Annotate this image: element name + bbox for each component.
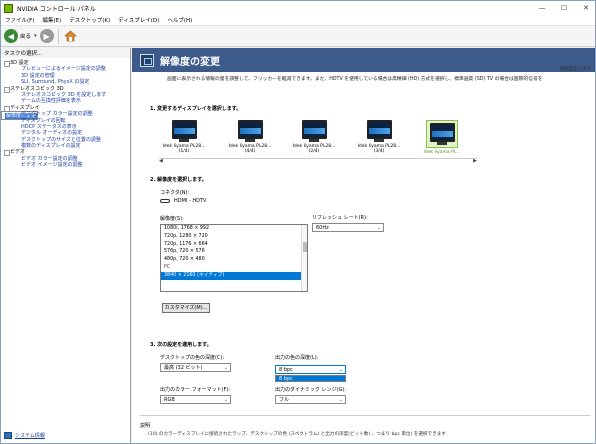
menu-edit[interactable]: 編集(E) xyxy=(38,16,65,24)
display-thumb[interactable]: Idek Iiyama PL28... (4/4) xyxy=(225,120,275,154)
window-title: NVIDIA コントロール パネル xyxy=(17,5,96,13)
list-item[interactable]: 480p, 720 × 480 xyxy=(161,256,307,264)
page-banner: 解像度の変更 xyxy=(132,48,595,72)
list-item-selected[interactable]: 3840 × 2160 (ネイティブ) xyxy=(161,271,307,280)
menu-display[interactable]: ディスプレイ(D) xyxy=(114,16,163,24)
close-button[interactable]: ✕ xyxy=(575,1,595,15)
connector-label: コネクタ(N): xyxy=(160,190,190,196)
display-label: Idek Iiyama PL28... (4/4) xyxy=(228,144,272,154)
back-dropdown-icon[interactable]: ▾ xyxy=(34,33,37,39)
title-bar: NVIDIA コントロール パネル — ☐ ✕ xyxy=(1,1,595,15)
nvidia-app-icon xyxy=(4,3,13,13)
sidebar-header: タスクの選択... xyxy=(1,48,130,58)
chevron-down-icon: ⌄ xyxy=(338,397,343,403)
restore-defaults-link[interactable]: 初期設定に戻す xyxy=(560,66,592,72)
main-content: 解像度の変更 初期設定に戻す 画面に表示される情報の量を調整して、フリッカーを軽… xyxy=(132,48,595,443)
display-thumb[interactable]: Idek Iiyama PL28... (1/4) xyxy=(159,120,209,154)
output-format-label: 出力のカラー フォーマット(F): xyxy=(160,387,231,393)
section-divider xyxy=(140,415,590,416)
display-thumb-selected[interactable]: Idek Iiyama PL... xyxy=(417,120,467,155)
menu-bar: ファイル(F) 編集(E) デスクトップ(K) ディスプレイ(D) ヘルプ(H) xyxy=(1,15,595,26)
chevron-down-icon: ⌄ xyxy=(338,367,343,373)
output-format-select[interactable]: RGB ⌄ xyxy=(160,395,231,404)
home-icon[interactable] xyxy=(64,29,78,43)
list-item[interactable]: 576p, 720 × 576 xyxy=(161,248,307,256)
task-tree: 3D 設定 プレビューによるイメージ設定の調整 3D 設定の管理 SLI, Su… xyxy=(1,58,130,169)
resolution-list[interactable]: 1080i, 1768 × 992 720p, 1280 × 720 720p,… xyxy=(160,224,308,292)
connector-value: HDMI - HDTV xyxy=(160,198,206,204)
task-sidebar: タスクの選択... 3D 設定 プレビューによるイメージ設定の調整 3D 設定の… xyxy=(1,48,131,443)
back-arrow-icon[interactable]: ◀ xyxy=(4,29,18,43)
nvidia-control-panel-window: NVIDIA コントロール パネル — ☐ ✕ ファイル(F) 編集(E) デス… xyxy=(0,0,596,444)
system-info-label[interactable]: システム情報 xyxy=(15,432,45,439)
display-label: Idek Iiyama PL... xyxy=(423,150,461,155)
monitor-icon xyxy=(171,120,197,139)
monitor-icon xyxy=(237,120,263,139)
toolbar-separator xyxy=(57,28,59,44)
sidebar-item-video-image[interactable]: ビデオ イメージ設定の調整 xyxy=(1,162,130,168)
monitor-icon xyxy=(366,120,392,139)
display-thumb[interactable]: Idek Iiyama PL28... (3/4) xyxy=(354,120,404,154)
menu-file[interactable]: ファイル(F) xyxy=(1,16,38,24)
description-text: (10) のカラーディスプレイに接続されたラップ、デスクトップの色 (スペクトラ… xyxy=(148,432,446,437)
menu-help[interactable]: ヘルプ(H) xyxy=(163,16,196,24)
description-heading: 説明 xyxy=(140,423,151,429)
resolution-label: 解像度(S): xyxy=(160,216,184,222)
page-title: 解像度の変更 xyxy=(160,56,220,68)
back-button[interactable]: 戻る xyxy=(20,32,31,40)
refresh-rate-label: リフレッシュ レート(R): xyxy=(312,215,368,221)
list-item[interactable]: 1080i, 1768 × 992 xyxy=(161,225,307,233)
output-depth-label: 出力の色の深度(L): xyxy=(275,355,319,361)
display-label: Idek Iiyama PL28... (1/4) xyxy=(162,144,206,154)
minimize-button[interactable]: — xyxy=(531,1,553,15)
display-label: Idek Iiyama PL28... (3/4) xyxy=(357,144,401,154)
list-item[interactable]: 720p, 1176 × 664 xyxy=(161,241,307,249)
dynamic-range-select[interactable]: フル ⌄ xyxy=(275,395,346,404)
display-label: Idek Iiyama PL28... (2/4) xyxy=(292,144,336,154)
chevron-down-icon: ⌄ xyxy=(223,365,228,371)
output-depth-select[interactable]: 8 bpc ⌄ xyxy=(275,365,346,374)
forward-arrow-icon[interactable]: ▶ xyxy=(39,29,54,43)
menu-desktop[interactable]: デスクトップ(K) xyxy=(65,16,114,24)
desktop-depth-label: デスクトップの色の深度(C): xyxy=(160,355,225,361)
list-group-header: PC xyxy=(164,264,171,270)
list-item[interactable]: 720p, 1280 × 720 xyxy=(161,233,307,241)
monitor-icon xyxy=(301,120,327,139)
toolbar: ◀ 戻る ▾ ▶ xyxy=(1,26,595,47)
scroll-right-icon[interactable]: ▶ xyxy=(473,158,477,164)
step3-heading: 3. 次の設定を適用します。 xyxy=(150,342,212,348)
chevron-down-icon: ⌄ xyxy=(223,397,228,403)
scroll-left-icon[interactable]: ◀ xyxy=(159,158,163,164)
customize-button[interactable]: カスタマイズ(M)... xyxy=(162,303,210,313)
system-info-link[interactable]: システム情報 xyxy=(4,432,45,439)
display-thumb[interactable]: Idek Iiyama PL28... (2/4) xyxy=(289,120,339,154)
monitor-icon xyxy=(429,123,455,142)
step1-heading: 1. 変更するディスプレイを選択します。 xyxy=(150,106,242,112)
maximize-button[interactable]: ☐ xyxy=(553,1,575,15)
page-description: 画面に表示される情報の量を調整して、フリッカーを軽減できます。また、HDTV を… xyxy=(167,77,543,82)
desktop-depth-select[interactable]: 最高 (32 ビット) ⌄ xyxy=(160,363,231,372)
hdmi-connector-icon xyxy=(160,199,170,203)
output-depth-option[interactable]: 8 bpc xyxy=(275,375,346,382)
dynamic-range-label: 出力のダイナミック レンジ(G): xyxy=(275,387,346,393)
step2-heading: 2. 解像度を選択します。 xyxy=(150,177,207,183)
chevron-down-icon: ⌄ xyxy=(376,225,381,231)
display-resolution-icon xyxy=(140,53,154,67)
refresh-rate-select[interactable]: 60Hz ⌄ xyxy=(312,223,384,232)
display-selector: Idek Iiyama PL28... (1/4) Idek Iiyama PL… xyxy=(159,120,477,158)
system-info-icon xyxy=(4,432,12,439)
resolution-scrollbar[interactable] xyxy=(301,225,307,291)
display-scrollbar[interactable]: ◀ ▶ xyxy=(159,158,477,164)
